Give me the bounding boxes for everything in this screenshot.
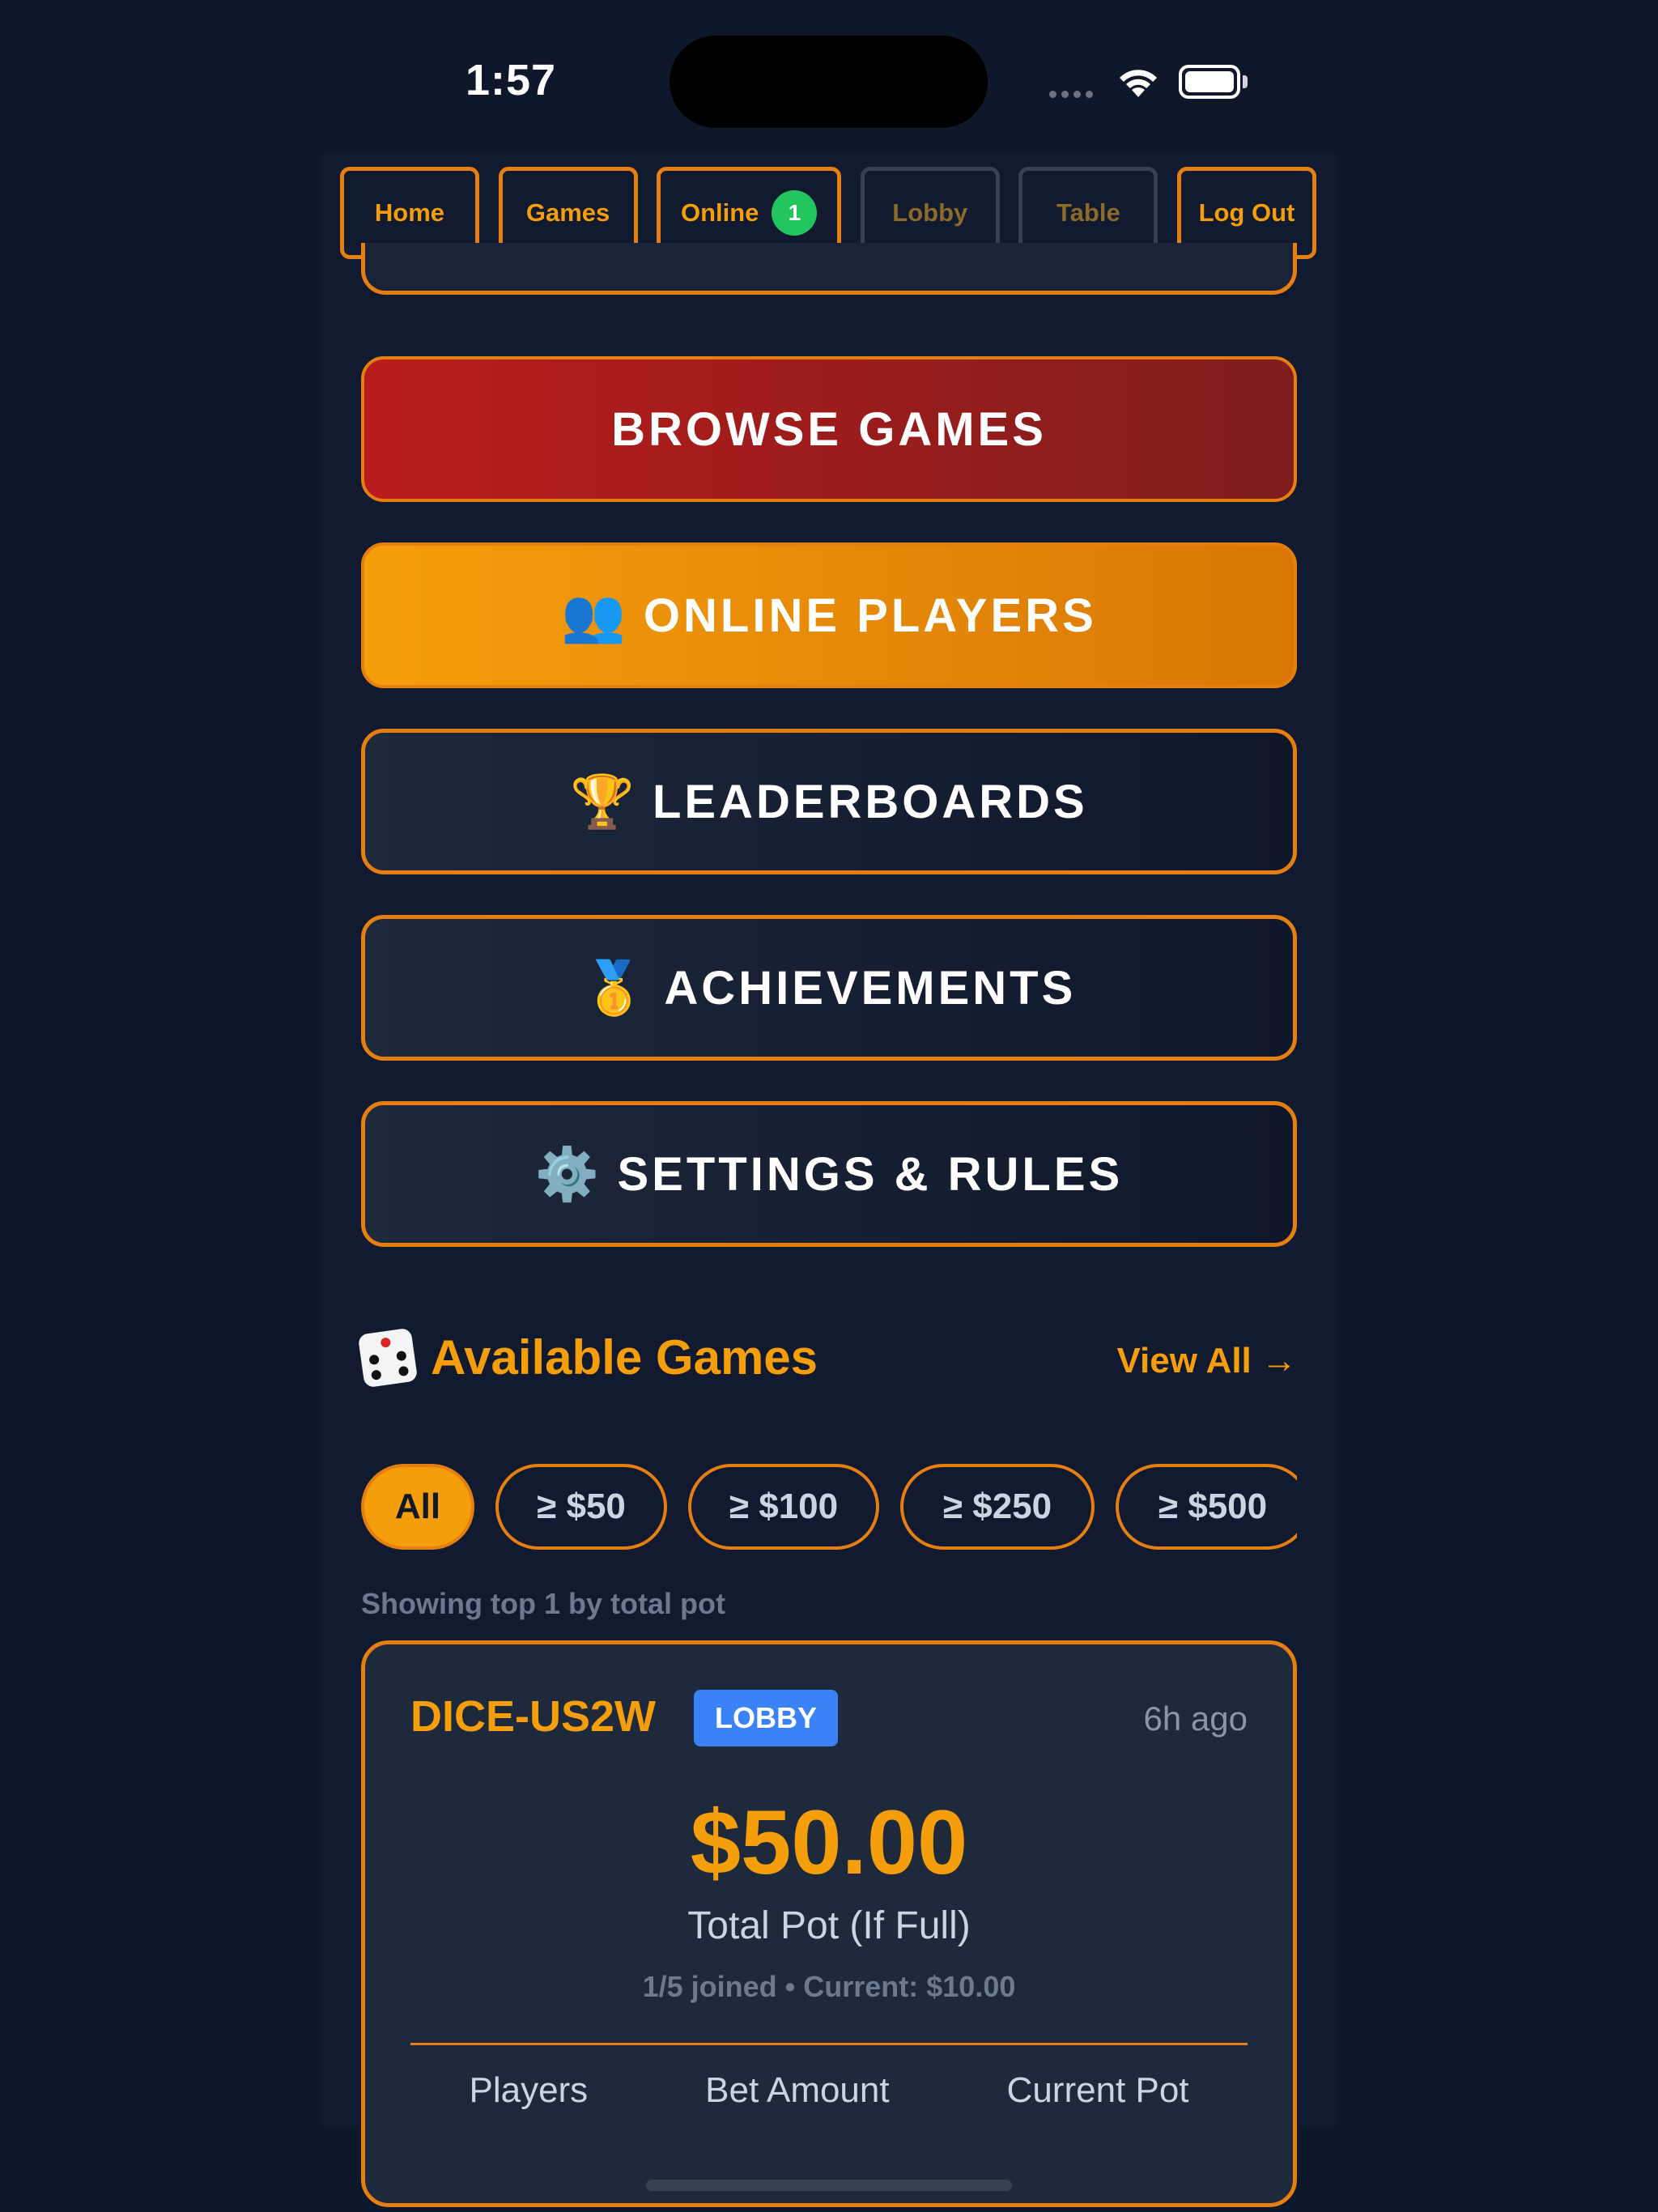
filter-chip-100[interactable]: ≥ $100 [688,1464,879,1550]
filter-chip-500[interactable]: ≥ $500 [1116,1464,1297,1550]
status-badge: LOBBY [694,1690,838,1746]
nav-online-label: Online [680,198,759,227]
available-games-header: Available Games View All → [357,1320,1297,1401]
card-divider [410,2043,1248,2045]
settings-rules-label: SETTINGS & RULES [617,1147,1124,1201]
browse-games-button[interactable]: BROWSE GAMES [361,356,1297,502]
filter-chip-50[interactable]: ≥ $50 [495,1464,667,1550]
battery-icon [1179,65,1240,99]
dice-icon [357,1327,419,1388]
dynamic-island [670,36,988,128]
filter-chip-all[interactable]: All [361,1464,474,1550]
online-players-label: ONLINE PLAYERS [643,589,1097,642]
medal-icon: 🥇 [581,958,647,1017]
available-games-title: Available Games [357,1327,818,1388]
leaderboards-label: LEADERBOARDS [652,775,1088,828]
game-card[interactable]: DICE-US2W LOBBY 6h ago $50.00 Total Pot … [361,1640,1297,2207]
pot-filter-chips: All ≥ $50 ≥ $100 ≥ $250 ≥ $500 [361,1464,1297,1553]
status-time: 1:57 [466,56,557,104]
game-stats-header: Players Bet Amount Current Pot [410,2070,1248,2111]
available-games-label: Available Games [431,1330,818,1385]
nav-home-label: Home [374,198,445,227]
battery-tip [1243,75,1248,88]
showing-count-text: Showing top 1 by total pot [361,1587,725,1620]
nav-logout-label: Log Out [1198,198,1295,227]
total-pot-amount: $50.00 [690,1792,968,1893]
view-all-link[interactable]: View All → [1116,1341,1297,1381]
total-pot-label: Total Pot (If Full) [687,1904,971,1947]
status-bar: 1:57 [0,0,1658,162]
cellular-signal-icon [1049,87,1098,102]
online-players-button[interactable]: 👥 ONLINE PLAYERS [361,542,1297,688]
wifi-icon [1116,65,1161,103]
game-age: 6h ago [1143,1699,1248,1738]
trophy-icon: 🏆 [570,772,635,831]
players-column-label: Players [469,2070,589,2110]
achievements-label: ACHIEVEMENTS [664,961,1077,1015]
nav-games-label: Games [525,198,610,227]
online-count-badge: 1 [772,190,818,236]
game-id: DICE-US2W [410,1692,657,1741]
previous-card-edge [361,243,1297,295]
achievements-button[interactable]: 🥇 ACHIEVEMENTS [361,915,1297,1061]
browse-games-label: BROWSE GAMES [611,402,1047,456]
joined-summary: 1/5 joined • Current: $10.00 [642,1970,1016,2003]
bet-amount-column-label: Bet Amount [705,2070,890,2110]
people-icon: 👥 [561,585,626,644]
nav-table-label: Table [1056,198,1120,227]
filter-chip-250[interactable]: ≥ $250 [900,1464,1095,1550]
current-pot-column-label: Current Pot [1006,2070,1189,2110]
gear-icon: ⚙️ [534,1144,600,1203]
settings-rules-button[interactable]: ⚙️ SETTINGS & RULES [361,1101,1297,1247]
nav-lobby-label: Lobby [892,198,968,227]
leaderboards-button[interactable]: 🏆 LEADERBOARDS [361,729,1297,874]
home-indicator[interactable] [646,2180,1012,2191]
